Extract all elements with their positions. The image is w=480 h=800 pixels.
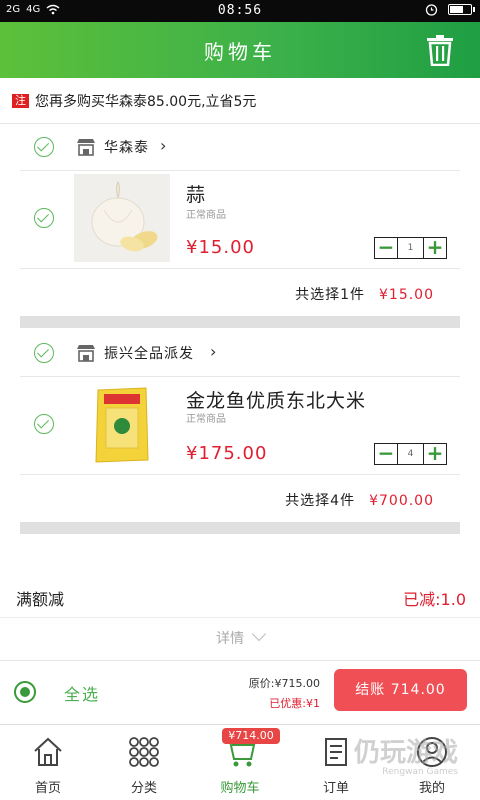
quantity-value[interactable]: 4 [397,444,424,464]
item-name[interactable]: 蒜 [186,180,206,207]
item-checkbox[interactable] [34,208,54,228]
details-label: 详情 [216,631,244,647]
decrement-button[interactable]: − [375,237,397,258]
shop-name[interactable]: 振兴全品派发 [104,343,194,363]
decrement-button[interactable]: − [375,443,397,464]
subtotal-label: 共选择1件 [295,287,365,303]
tab-label: 我的 [418,781,445,796]
divider [20,474,460,475]
section-separator [20,316,460,328]
rice-bag-product-image[interactable] [74,380,170,468]
trash-icon[interactable] [424,34,456,66]
promo-tag: 注 [12,93,29,108]
item-name[interactable]: 金龙鱼优质东北大米 [186,386,366,413]
subtotal-label: 共选择4件 [285,493,356,509]
increment-button[interactable]: + [424,443,446,464]
item-price: ¥15.00 [186,237,255,258]
shop-checkbox[interactable] [34,137,54,157]
home-icon [34,737,62,766]
quantity-value[interactable]: 1 [397,238,424,258]
details-toggle[interactable]: 详情 [0,620,480,656]
divider [20,170,460,171]
alarm-icon [425,4,438,16]
full-reduction-row: 满额减 已减:1.0 [0,578,480,618]
subtotal-amount: ¥15.00 [379,287,434,303]
cart-total-badge: ¥714.00 [222,728,280,744]
store-icon [77,345,95,362]
tab-home[interactable]: 首页 [0,725,96,800]
tab-category[interactable]: 分类 [96,725,192,800]
tab-label: 订单 [322,781,349,796]
tab-label: 分类 [130,781,157,796]
tab-label: 购物车 [220,781,260,796]
shop-name[interactable]: 华森泰 [104,137,149,157]
section-separator [20,522,460,534]
watermark-text: 仍玩游戏 [353,738,458,768]
chevron-right-icon[interactable]: › [210,342,216,361]
status-bar: 2G 4G 08:56 [0,0,480,22]
full-reduction-label: 满额减 [16,590,65,609]
quantity-stepper: − 4 + [374,443,447,465]
watermark: 仍玩游戏 Rengwan Games [354,732,458,777]
checkout-button[interactable]: 结账 714.00 [334,669,467,711]
item-price: ¥175.00 [186,443,268,464]
shop-header: 华森泰 › [0,124,480,170]
store-icon [77,139,95,156]
clock: 08:56 [217,3,263,18]
watermark-subtext: Rengwan Games [382,767,458,777]
promo-notice: 注 您再多购买华森泰85.00元,立省5元 [0,78,480,124]
divider [20,268,460,269]
full-reduction-value: 已减:1.0 [403,590,466,609]
shop-checkbox[interactable] [34,343,54,363]
divider [20,376,460,377]
select-all-label[interactable]: 全选 [64,681,100,705]
shop-subtotal: 共选择4件 ¥700.00 [285,490,434,510]
discount-amount: 已优惠:¥1 [269,697,320,710]
item-subtitle: 正常商品 [186,210,226,221]
grid-icon [129,737,159,767]
battery-icon [448,4,475,15]
shop-header: 振兴全品派发 › [0,330,480,376]
item-checkbox[interactable] [34,414,54,434]
app-header: 购物车 [0,22,480,78]
chevron-down-icon [251,626,267,642]
select-all-radio[interactable] [14,681,36,703]
item-subtitle: 正常商品 [186,414,226,425]
garlic-product-image[interactable] [74,174,170,262]
quantity-stepper: − 1 + [374,237,447,259]
original-price: 原价:¥715.00 [248,677,320,690]
subtotal-amount: ¥700.00 [369,493,434,509]
order-icon [325,738,347,766]
shop-subtotal: 共选择1件 ¥15.00 [295,284,434,304]
page-title: 购物车 [204,40,276,64]
increment-button[interactable]: + [424,237,446,258]
tab-label: 首页 [34,781,61,796]
promo-text: 您再多购买华森泰85.00元,立省5元 [35,93,257,110]
checkout-bar: 全选 原价:¥715.00 已优惠:¥1 结账 714.00 [0,660,480,722]
chevron-right-icon[interactable]: › [160,136,166,155]
